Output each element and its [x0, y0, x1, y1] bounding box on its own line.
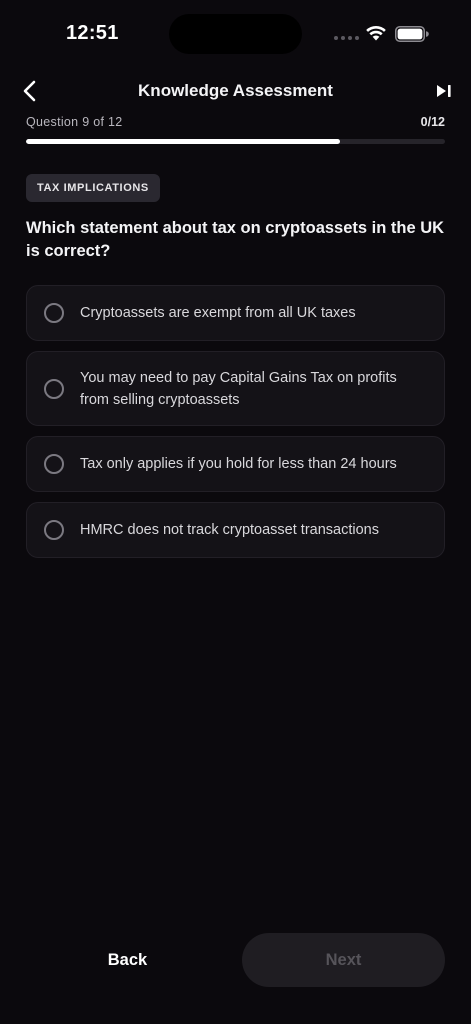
- answer-option-label: HMRC does not track cryptoasset transact…: [80, 522, 379, 538]
- radio-button[interactable]: [44, 454, 64, 474]
- answer-option-label: Cryptoassets are exempt from all UK taxe…: [80, 305, 356, 321]
- skip-forward-icon[interactable]: [433, 80, 455, 102]
- next-button[interactable]: Next: [242, 933, 445, 987]
- progress-count: 0/12: [420, 115, 445, 129]
- header: Knowledge Assessment: [0, 72, 471, 110]
- answer-option[interactable]: Cryptoassets are exempt from all UK taxe…: [26, 285, 445, 341]
- wifi-icon: [366, 25, 386, 41]
- progress-bar-fill: [26, 139, 341, 144]
- radio-button[interactable]: [44, 520, 64, 540]
- answer-option-label: You may need to pay Capital Gains Tax on…: [80, 369, 397, 408]
- battery-icon: [395, 26, 429, 42]
- progress-row: Question 9 of 12 0/12: [26, 115, 445, 131]
- answer-option[interactable]: Tax only applies if you hold for less th…: [26, 436, 445, 492]
- category-badge: TAX IMPLICATIONS: [26, 174, 160, 202]
- dynamic-island: [169, 14, 302, 54]
- radio-button[interactable]: [44, 378, 64, 399]
- back-button[interactable]: Back: [26, 933, 229, 987]
- cellular-signal-icon: [334, 36, 359, 40]
- answer-options: Cryptoassets are exempt from all UK taxe…: [26, 285, 445, 568]
- answer-option[interactable]: HMRC does not track cryptoasset transact…: [26, 502, 445, 558]
- progress-label: Question 9 of 12: [26, 115, 123, 129]
- progress-bar: [26, 139, 445, 144]
- answer-option-label: Tax only applies if you hold for less th…: [80, 456, 397, 472]
- radio-button[interactable]: [44, 303, 64, 323]
- status-time: 12:51: [66, 22, 119, 44]
- answer-option[interactable]: You may need to pay Capital Gains Tax on…: [26, 351, 445, 426]
- question-text: Which statement about tax on cryptoasset…: [26, 219, 445, 260]
- page-title: Knowledge Assessment: [138, 81, 333, 100]
- status-bar: 12:51: [0, 0, 471, 70]
